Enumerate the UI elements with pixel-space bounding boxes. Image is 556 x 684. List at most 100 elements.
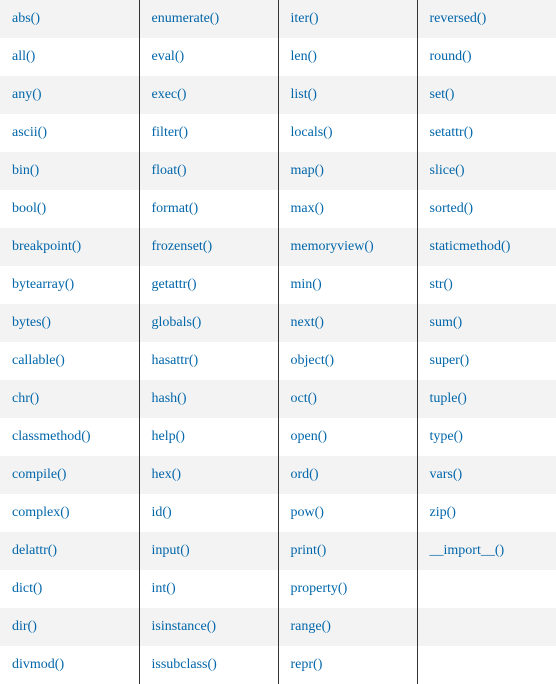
- function-link[interactable]: hasattr(): [152, 353, 199, 368]
- function-link[interactable]: input(): [152, 543, 190, 558]
- table-cell: set(): [417, 76, 556, 114]
- function-link[interactable]: int(): [152, 581, 176, 596]
- table-cell: range(): [278, 608, 417, 646]
- function-link[interactable]: id(): [152, 505, 172, 520]
- function-link[interactable]: reversed(): [430, 11, 487, 26]
- function-link[interactable]: bin(): [12, 163, 39, 178]
- function-link[interactable]: pow(): [291, 505, 324, 520]
- function-link[interactable]: ascii(): [12, 125, 47, 140]
- function-link[interactable]: complex(): [12, 505, 70, 520]
- table-cell: abs(): [0, 0, 139, 38]
- function-link[interactable]: repr(): [291, 657, 323, 672]
- function-link[interactable]: oct(): [291, 391, 317, 406]
- table-cell: dir(): [0, 608, 139, 646]
- function-link[interactable]: breakpoint(): [12, 239, 81, 254]
- table-row: ascii() filter() locals() setattr(): [0, 114, 556, 152]
- function-link[interactable]: ord(): [291, 467, 319, 482]
- function-link[interactable]: any(): [12, 87, 42, 102]
- function-link[interactable]: frozenset(): [152, 239, 213, 254]
- function-link[interactable]: staticmethod(): [430, 239, 511, 254]
- table-cell: compile(): [0, 456, 139, 494]
- function-link[interactable]: property(): [291, 581, 348, 596]
- function-link[interactable]: open(): [291, 429, 328, 444]
- table-cell: iter(): [278, 0, 417, 38]
- function-link[interactable]: help(): [152, 429, 185, 444]
- function-link[interactable]: super(): [430, 353, 470, 368]
- function-link[interactable]: iter(): [291, 11, 319, 26]
- table-cell: min(): [278, 266, 417, 304]
- function-link[interactable]: globals(): [152, 315, 202, 330]
- table-row: divmod() issubclass() repr(): [0, 646, 556, 684]
- function-link[interactable]: eval(): [152, 49, 185, 64]
- function-link[interactable]: isinstance(): [152, 619, 217, 634]
- table-cell: chr(): [0, 380, 139, 418]
- function-link[interactable]: object(): [291, 353, 335, 368]
- table-cell: str(): [417, 266, 556, 304]
- function-link[interactable]: vars(): [430, 467, 463, 482]
- function-link[interactable]: locals(): [291, 125, 333, 140]
- table-cell: issubclass(): [139, 646, 278, 684]
- function-link[interactable]: hash(): [152, 391, 187, 406]
- function-link[interactable]: getattr(): [152, 277, 197, 292]
- function-link[interactable]: all(): [12, 49, 35, 64]
- table-cell: delattr(): [0, 532, 139, 570]
- function-link[interactable]: round(): [430, 49, 472, 64]
- table-cell: reversed(): [417, 0, 556, 38]
- function-link[interactable]: str(): [430, 277, 453, 292]
- function-link[interactable]: list(): [291, 87, 317, 102]
- table-cell: bool(): [0, 190, 139, 228]
- function-link[interactable]: bytes(): [12, 315, 51, 330]
- function-link[interactable]: exec(): [152, 87, 187, 102]
- function-link[interactable]: delattr(): [12, 543, 57, 558]
- function-link[interactable]: sorted(): [430, 201, 474, 216]
- table-cell: bin(): [0, 152, 139, 190]
- function-link[interactable]: bool(): [12, 201, 46, 216]
- table-row: breakpoint() frozenset() memoryview() stati…: [0, 228, 556, 266]
- function-link[interactable]: enumerate(): [152, 11, 220, 26]
- functions-table: abs() enumerate() iter() reversed() all() eva…: [0, 0, 556, 684]
- function-link[interactable]: dict(): [12, 581, 42, 596]
- function-link[interactable]: range(): [291, 619, 331, 634]
- function-link[interactable]: max(): [291, 201, 324, 216]
- function-link[interactable]: type(): [430, 429, 463, 444]
- function-link[interactable]: __import__(): [430, 543, 505, 558]
- table-row: abs() enumerate() iter() reversed(): [0, 0, 556, 38]
- table-row: bool() format() max() sorted(): [0, 190, 556, 228]
- table-cell: type(): [417, 418, 556, 456]
- function-link[interactable]: divmod(): [12, 657, 64, 672]
- function-link[interactable]: classmethod(): [12, 429, 91, 444]
- table-cell: tuple(): [417, 380, 556, 418]
- function-link[interactable]: next(): [291, 315, 324, 330]
- table-cell: help(): [139, 418, 278, 456]
- function-link[interactable]: hex(): [152, 467, 182, 482]
- function-link[interactable]: chr(): [12, 391, 39, 406]
- function-link[interactable]: callable(): [12, 353, 65, 368]
- function-link[interactable]: min(): [291, 277, 322, 292]
- function-link[interactable]: map(): [291, 163, 324, 178]
- table-cell: memoryview(): [278, 228, 417, 266]
- function-link[interactable]: memoryview(): [291, 239, 374, 254]
- function-link[interactable]: compile(): [12, 467, 66, 482]
- function-link[interactable]: bytearray(): [12, 277, 74, 292]
- function-link[interactable]: zip(): [430, 505, 456, 520]
- function-link[interactable]: float(): [152, 163, 187, 178]
- table-row: chr() hash() oct() tuple(): [0, 380, 556, 418]
- function-link[interactable]: setattr(): [430, 125, 474, 140]
- function-link[interactable]: abs(): [12, 11, 40, 26]
- function-link[interactable]: sum(): [430, 315, 463, 330]
- table-cell: round(): [417, 38, 556, 76]
- function-link[interactable]: print(): [291, 543, 327, 558]
- function-link[interactable]: filter(): [152, 125, 189, 140]
- table-cell: breakpoint(): [0, 228, 139, 266]
- function-link[interactable]: format(): [152, 201, 199, 216]
- table-cell: float(): [139, 152, 278, 190]
- function-link[interactable]: set(): [430, 87, 455, 102]
- function-link[interactable]: tuple(): [430, 391, 467, 406]
- function-link[interactable]: slice(): [430, 163, 465, 178]
- table-cell: slice(): [417, 152, 556, 190]
- function-link[interactable]: dir(): [12, 619, 37, 634]
- function-link[interactable]: issubclass(): [152, 657, 217, 672]
- table-cell: [417, 646, 556, 684]
- function-link[interactable]: len(): [291, 49, 317, 64]
- table-row: dir() isinstance() range(): [0, 608, 556, 646]
